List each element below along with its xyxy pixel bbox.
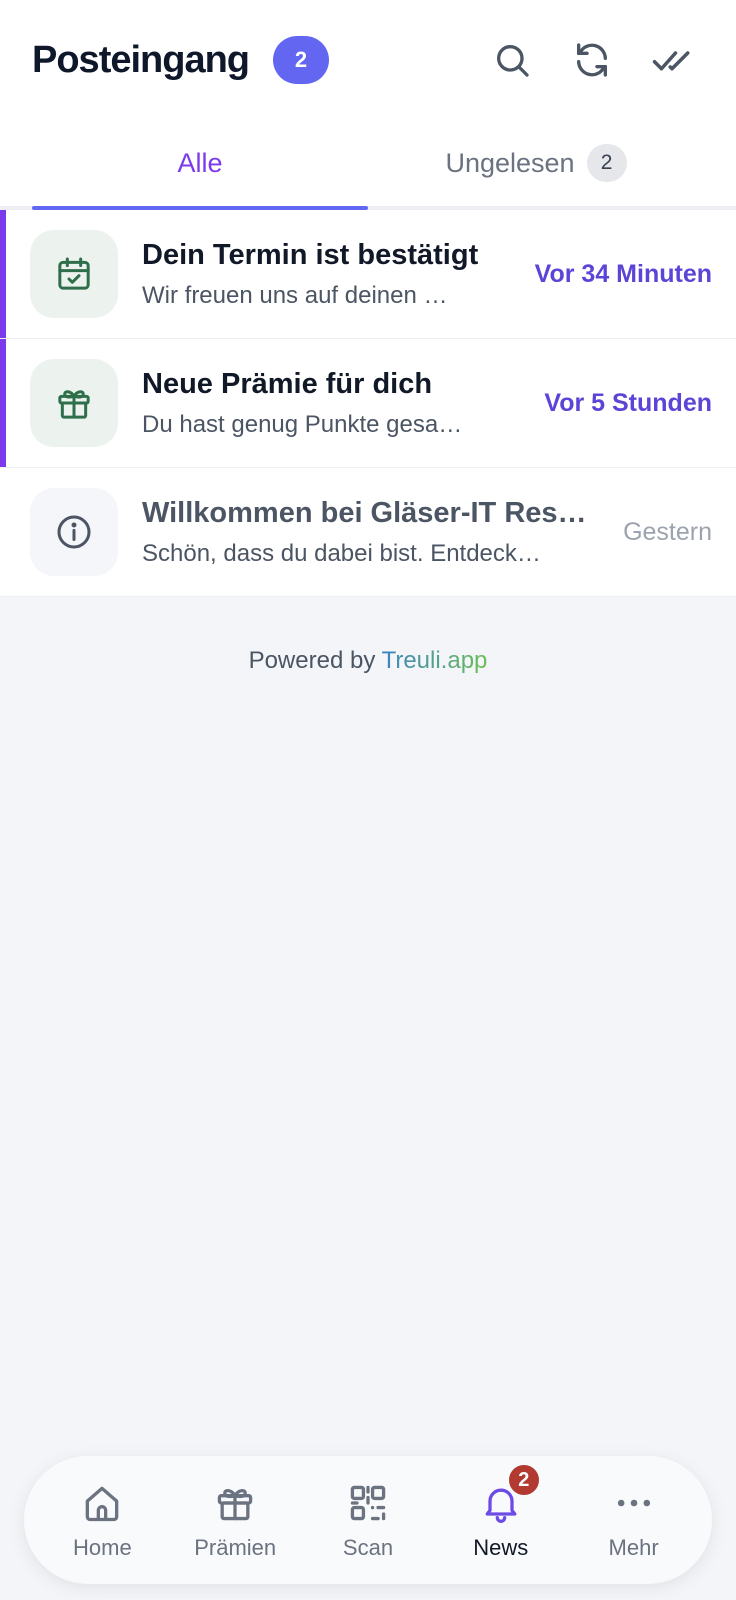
tab-label: Ungelesen [445, 147, 575, 178]
message-time: Gestern [623, 517, 712, 546]
bottom-nav: Home Prämien Scan 2 News Mehr [24, 1456, 712, 1584]
news-badge: 2 [506, 1463, 541, 1497]
nav-praemien[interactable]: Prämien [175, 1479, 295, 1561]
tab-label: Alle [177, 147, 223, 178]
nav-label: Prämien [194, 1535, 277, 1560]
unread-count-badge: 2 [273, 36, 330, 84]
nav-news[interactable]: 2 News [441, 1463, 561, 1561]
nav-icon-wrap [213, 1479, 257, 1527]
message-title: Willkommen bei Gläser-IT Res… [142, 496, 587, 529]
mark-all-read-icon [652, 51, 690, 71]
tab-bar: Alle Ungelesen 2 [0, 120, 736, 210]
tab-alle[interactable]: Alle [32, 120, 368, 210]
message-list: Dein Termin ist bestätigt Wir freuen uns… [0, 210, 736, 597]
nav-icon-wrap [346, 1479, 390, 1527]
home-icon [86, 1486, 119, 1522]
nav-home[interactable]: Home [42, 1479, 162, 1561]
list-item[interactable]: Neue Prämie für dich Du hast genug Punkt… [0, 339, 736, 468]
message-preview: Du hast genug Punkte gesa… [142, 410, 463, 438]
brand-link[interactable]: Treuli.app [382, 647, 488, 674]
message-text: Dein Termin ist bestätigt Wir freuen uns… [142, 239, 517, 310]
refresh-icon [577, 43, 607, 77]
message-time: Vor 5 Stunden [544, 388, 712, 417]
search-icon [497, 45, 529, 77]
search-button[interactable] [488, 36, 536, 84]
list-item[interactable]: Dein Termin ist bestätigt Wir freuen uns… [0, 210, 736, 339]
message-icon-container [30, 488, 118, 576]
gift-icon [58, 390, 90, 419]
message-icon-container [30, 230, 118, 318]
nav-scan[interactable]: Scan [308, 1479, 428, 1561]
tab-count-badge: 2 [586, 144, 627, 182]
message-text: Willkommen bei Gläser-IT Res… Schön, das… [142, 497, 605, 568]
message-preview: Wir freuen uns auf deinen … [142, 281, 448, 309]
nav-icon-wrap [80, 1479, 124, 1527]
more-dots-icon [617, 1499, 650, 1507]
tab-ungelesen[interactable]: Ungelesen 2 [368, 120, 704, 206]
nav-label: News [473, 1535, 529, 1560]
nav-label: Home [73, 1535, 132, 1560]
message-text: Neue Prämie für dich Du hast genug Punkt… [142, 368, 526, 439]
message-title: Dein Termin ist bestätigt [142, 238, 479, 271]
powered-by-prefix: Powered by [248, 647, 382, 674]
list-item[interactable]: Willkommen bei Gläser-IT Res… Schön, das… [0, 468, 736, 597]
mark-all-read-button[interactable] [648, 36, 696, 84]
nav-label: Mehr [608, 1535, 659, 1560]
message-time: Vor 34 Minuten [534, 259, 712, 288]
header-actions [488, 36, 696, 84]
message-title: Neue Prämie für dich [142, 367, 433, 400]
nav-label: Scan [342, 1535, 394, 1560]
nav-mehr[interactable]: Mehr [574, 1479, 694, 1561]
gift-icon [217, 1488, 253, 1521]
page-title: Posteingang [32, 38, 250, 81]
top-area: Posteingang 2 Alle Ungelesen 2 [0, 0, 736, 210]
nav-icon-wrap: 2 [479, 1463, 541, 1527]
powered-by: Powered by Treuli.app [0, 647, 736, 675]
header: Posteingang 2 [0, 0, 736, 120]
nav-icon-wrap [612, 1479, 656, 1527]
qr-code-icon [350, 1485, 386, 1521]
message-preview: Schön, dass du dabei bist. Entdeck… [142, 539, 541, 567]
info-icon [57, 515, 91, 549]
calendar-check-icon [58, 257, 90, 290]
refresh-button[interactable] [568, 36, 616, 84]
message-icon-container [30, 359, 118, 447]
